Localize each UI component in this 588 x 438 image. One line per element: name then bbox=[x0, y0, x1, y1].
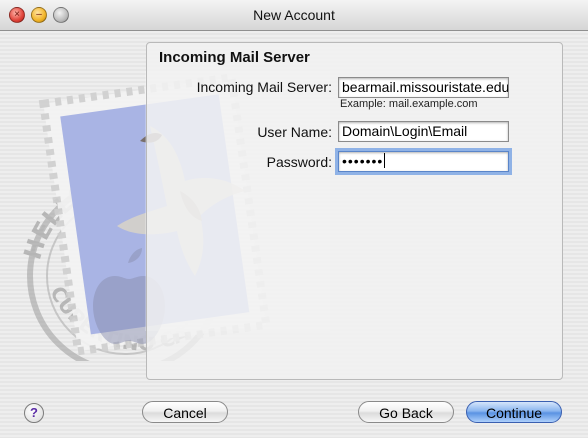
server-example-hint: Example: mail.example.com bbox=[340, 98, 478, 110]
new-account-window: × – New Account HELLO FR CUPERTINO CA bbox=[0, 0, 588, 438]
continue-button[interactable]: Continue bbox=[466, 401, 562, 423]
server-label: Incoming Mail Server: bbox=[196, 79, 332, 95]
incoming-mail-server-field[interactable]: bearmail.missouristate.edu bbox=[338, 77, 509, 98]
help-button[interactable]: ? bbox=[24, 403, 44, 423]
section-title: Incoming Mail Server bbox=[159, 49, 310, 66]
title-bar[interactable]: × – New Account bbox=[0, 0, 588, 31]
password-value: ••••••• bbox=[342, 153, 384, 169]
text-caret bbox=[384, 153, 386, 168]
password-label: Password: bbox=[266, 154, 332, 170]
go-back-button[interactable]: Go Back bbox=[358, 401, 454, 423]
password-field[interactable]: ••••••• bbox=[338, 151, 509, 172]
cancel-button[interactable]: Cancel bbox=[142, 401, 228, 423]
user-name-field[interactable]: Domain\Login\Email bbox=[338, 121, 509, 142]
username-label: User Name: bbox=[257, 124, 332, 140]
window-title: New Account bbox=[253, 7, 335, 23]
